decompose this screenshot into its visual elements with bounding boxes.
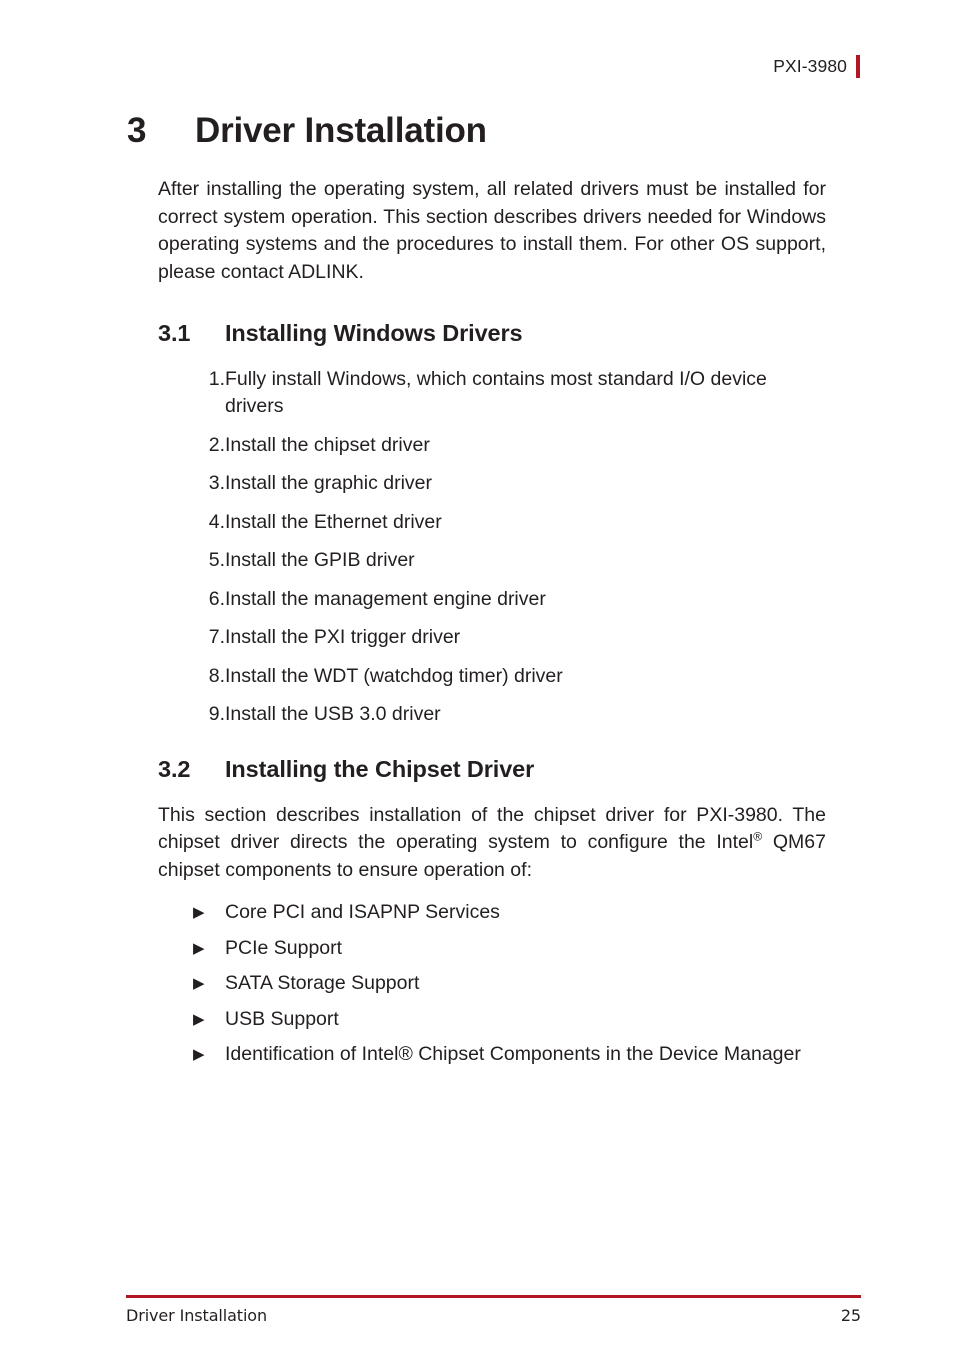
list-item-text: Install the management engine driver [225, 587, 546, 610]
content-column: After installing the operating system, a… [158, 176, 826, 1069]
footer-row: Driver Installation 25 [126, 1306, 861, 1325]
triangle-bullet-icon: ▶ [193, 975, 205, 993]
list-item: ▶ PCIe Support [193, 935, 826, 963]
list-item: 6. Install the management engine driver [190, 586, 826, 614]
list-item-text: Install the WDT (watchdog timer) driver [225, 664, 563, 687]
list-marker: 9. [208, 703, 225, 726]
list-item: ▶ Identification of Intel® Chipset Compo… [193, 1041, 826, 1069]
list-marker: 3. [208, 472, 225, 495]
list-item-text: Install the Ethernet driver [225, 510, 442, 533]
section-number-3-1: 3.1 [158, 320, 191, 346]
page-footer: Driver Installation 25 [126, 1295, 861, 1325]
chipset-paragraph: This section describes installation of t… [158, 802, 826, 885]
chipset-feature-list: ▶ Core PCI and ISAPNP Services ▶ PCIe Su… [158, 899, 826, 1069]
list-marker: 2. [208, 433, 225, 456]
list-item: 3. Install the graphic driver [190, 470, 826, 498]
list-item-text: Install the graphic driver [225, 472, 433, 495]
list-item: 4. Install the Ethernet driver [190, 509, 826, 537]
registered-mark-superscript: ® [753, 829, 763, 844]
list-item-text: Fully install Windows, which contains mo… [225, 367, 767, 418]
section-heading-3-1: 3.1 Installing Windows Drivers [158, 320, 826, 347]
page-header: PXI-3980 [0, 52, 954, 80]
list-item-text: SATA Storage Support [225, 972, 420, 995]
header-product-name: PXI-3980 [773, 55, 847, 76]
footer-page-number: 25 [840, 1306, 861, 1325]
triangle-bullet-icon: ▶ [193, 939, 205, 957]
list-marker: 5. [208, 549, 225, 572]
list-item: 9. Install the USB 3.0 driver [190, 701, 826, 729]
header-accent-bar [856, 54, 860, 78]
list-item: 1. Fully install Windows, which contains… [190, 366, 826, 421]
chapter-title: Driver Installation [195, 111, 487, 150]
list-item: 5. Install the GPIB driver [190, 547, 826, 575]
chapter-heading: 3 Driver Installation [127, 113, 487, 148]
triangle-bullet-icon: ▶ [193, 1046, 205, 1064]
footer-accent-rule [126, 1295, 861, 1298]
section-title-3-2: Installing the Chipset Driver [225, 755, 535, 782]
intro-paragraph: After installing the operating system, a… [158, 178, 826, 283]
windows-driver-steps-list: 1. Fully install Windows, which contains… [158, 366, 826, 729]
section-heading-3-2: 3.2 Installing the Chipset Driver [158, 755, 826, 783]
list-item: ▶ SATA Storage Support [193, 970, 826, 998]
list-item-text: Install the PXI trigger driver [225, 626, 461, 649]
list-item-text: USB Support [225, 1007, 339, 1030]
list-item-text: Install the USB 3.0 driver [225, 703, 441, 726]
list-marker: 7. [208, 626, 225, 649]
list-item: ▶ Core PCI and ISAPNP Services [193, 899, 826, 927]
list-item-text: Identification of Intel® Chipset Compone… [225, 1043, 801, 1066]
list-marker: 6. [208, 587, 225, 610]
chipset-paragraph-part1: This section describes installation of t… [158, 803, 826, 854]
document-page: PXI-3980 3 Driver Installation After ins… [0, 0, 954, 1354]
chapter-number: 3 [127, 111, 147, 150]
list-item-text: Install the GPIB driver [225, 549, 415, 572]
list-item: 7. Install the PXI trigger driver [190, 624, 826, 652]
list-marker: 8. [208, 664, 225, 687]
list-marker: 1. [208, 367, 225, 390]
list-marker: 4. [208, 510, 225, 533]
list-item-text: Core PCI and ISAPNP Services [225, 901, 500, 924]
list-item-text: Install the chipset driver [225, 433, 430, 456]
triangle-bullet-icon: ▶ [193, 904, 205, 922]
list-item: 8. Install the WDT (watchdog timer) driv… [190, 663, 826, 691]
footer-section-name: Driver Installation [126, 1306, 268, 1325]
list-item-text: PCIe Support [225, 936, 343, 959]
list-item: 2. Install the chipset driver [190, 432, 826, 460]
list-item: ▶ USB Support [193, 1006, 826, 1034]
triangle-bullet-icon: ▶ [193, 1010, 205, 1028]
section-number-3-2: 3.2 [158, 755, 191, 782]
section-title-3-1: Installing Windows Drivers [225, 320, 523, 346]
